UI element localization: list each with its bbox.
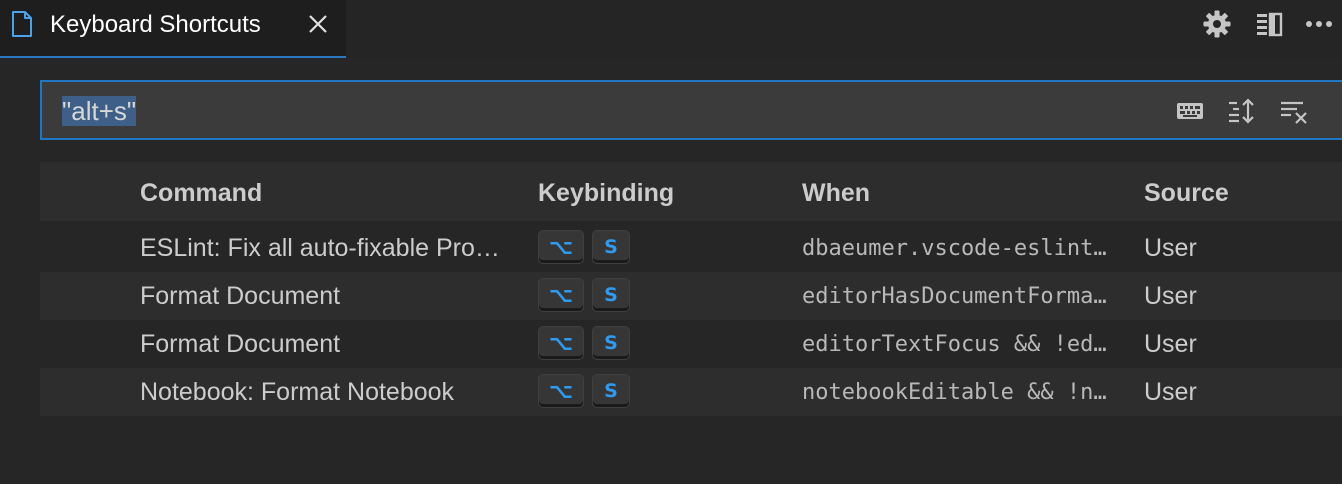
tab-keyboard-shortcuts[interactable]: Keyboard Shortcuts	[0, 0, 346, 58]
when-cell: editorHasDocumentFormattingProvider	[802, 284, 1114, 309]
key-s: S	[592, 374, 630, 408]
source-cell: User	[1144, 234, 1197, 262]
split-editor-icon[interactable]	[1252, 8, 1286, 40]
command-cell: Format Document	[140, 330, 341, 358]
search-input[interactable]: "alt+s"	[40, 80, 1342, 140]
command-cell: Notebook: Format Notebook	[140, 378, 455, 406]
column-header-keybinding[interactable]: Keybinding	[538, 178, 674, 208]
command-cell: Format Document	[140, 282, 341, 310]
key-s: S	[592, 230, 630, 264]
when-cell: dbaeumer.vscode-eslint.activated	[802, 236, 1114, 261]
table-row[interactable]: Format Document ⌥ S editorHasDocumentFor…	[40, 272, 1342, 320]
key-option: ⌥	[538, 230, 584, 264]
clear-search-icon[interactable]	[1278, 96, 1310, 126]
source-cell: User	[1144, 282, 1197, 310]
keyboard-icon[interactable]	[1174, 96, 1206, 126]
source-cell: User	[1144, 330, 1197, 358]
when-cell: editorTextFocus && !editorReadonly	[802, 332, 1114, 357]
tab-bar: Keyboard Shortcuts	[0, 0, 1342, 58]
file-icon	[10, 10, 34, 38]
search-value: "alt+s"	[62, 96, 137, 126]
when-cell: notebookEditable && !notebookCellEditorF…	[802, 380, 1114, 405]
column-header-command[interactable]: Command	[140, 178, 262, 208]
table-row[interactable]: Format Document ⌥ S editorTextFocus && !…	[40, 320, 1342, 368]
column-header-source[interactable]: Source	[1144, 178, 1229, 208]
key-option: ⌥	[538, 326, 584, 360]
table-row[interactable]: Notebook: Format Notebook ⌥ S notebookEd…	[40, 368, 1342, 416]
sort-by-precedence-icon[interactable]	[1226, 96, 1258, 126]
command-cell: ESLint: Fix all auto-fixable Problems	[140, 234, 510, 262]
table-row[interactable]: ESLint: Fix all auto-fixable Problems ⌥ …	[40, 224, 1342, 272]
key-option: ⌥	[538, 278, 584, 312]
key-s: S	[592, 326, 630, 360]
column-header-when[interactable]: When	[802, 178, 870, 208]
key-option: ⌥	[538, 374, 584, 408]
gear-icon[interactable]	[1200, 8, 1234, 40]
table-header: Command Keybinding When Source	[40, 162, 1342, 221]
close-icon[interactable]	[305, 11, 331, 37]
tab-label: Keyboard Shortcuts	[50, 11, 261, 38]
key-s: S	[592, 278, 630, 312]
more-icon[interactable]	[1302, 8, 1336, 40]
source-cell: User	[1144, 378, 1197, 406]
